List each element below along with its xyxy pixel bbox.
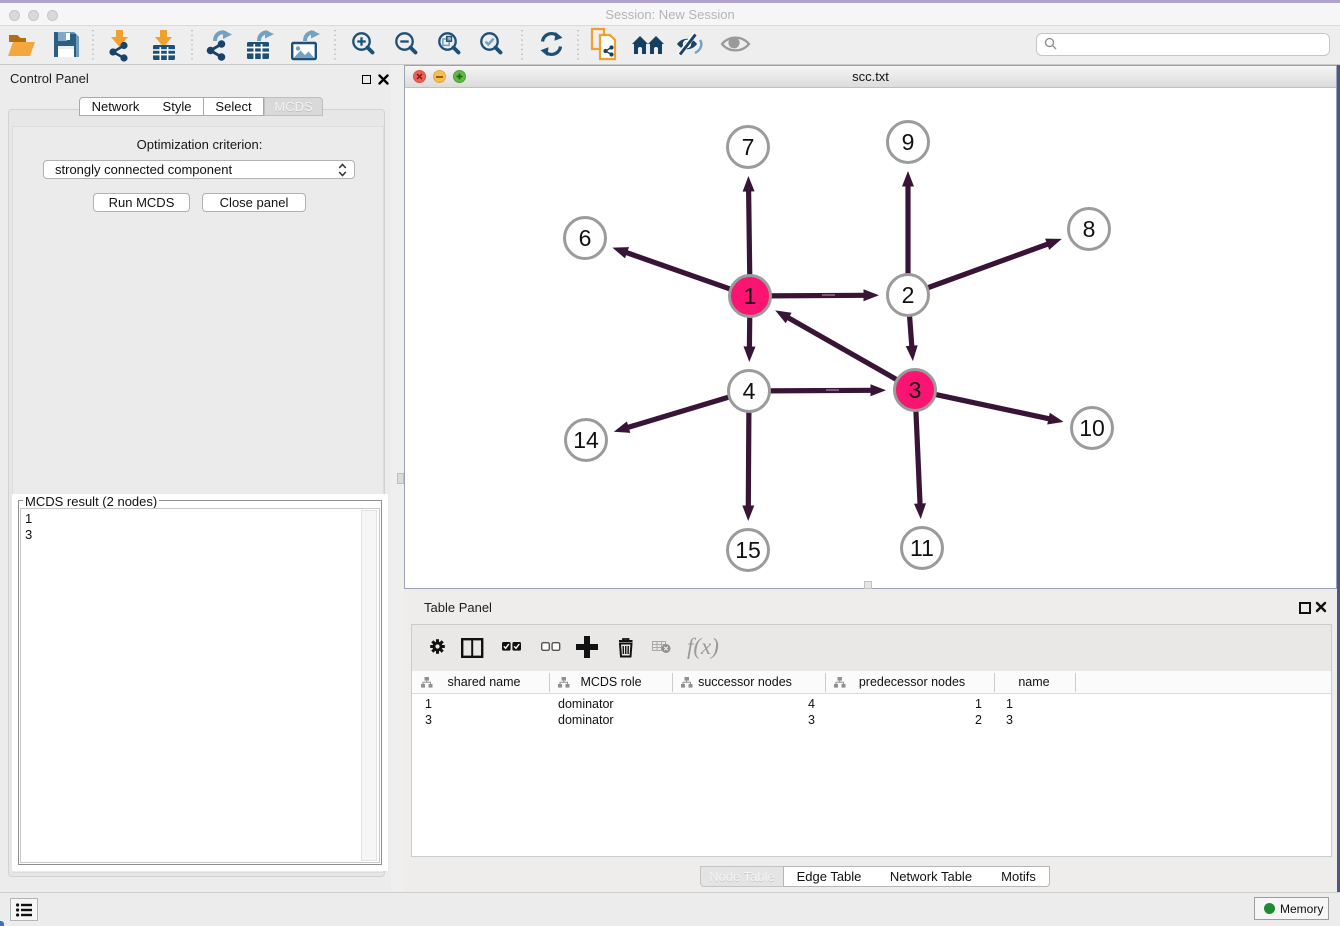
svg-text:2: 2 [902, 282, 915, 308]
svg-text:6: 6 [579, 225, 592, 251]
svg-text:15: 15 [735, 537, 761, 563]
svg-text:10: 10 [1079, 415, 1105, 441]
svg-text:8: 8 [1083, 216, 1096, 242]
svg-text:1: 1 [744, 283, 757, 309]
svg-text:9: 9 [902, 129, 915, 155]
svg-text:f(x): f(x) [687, 634, 719, 659]
svg-text:3: 3 [909, 377, 922, 403]
svg-text:11: 11 [910, 535, 934, 561]
svg-text:14: 14 [573, 427, 599, 453]
svg-text:7: 7 [742, 134, 755, 160]
svg-text:4: 4 [743, 378, 756, 404]
